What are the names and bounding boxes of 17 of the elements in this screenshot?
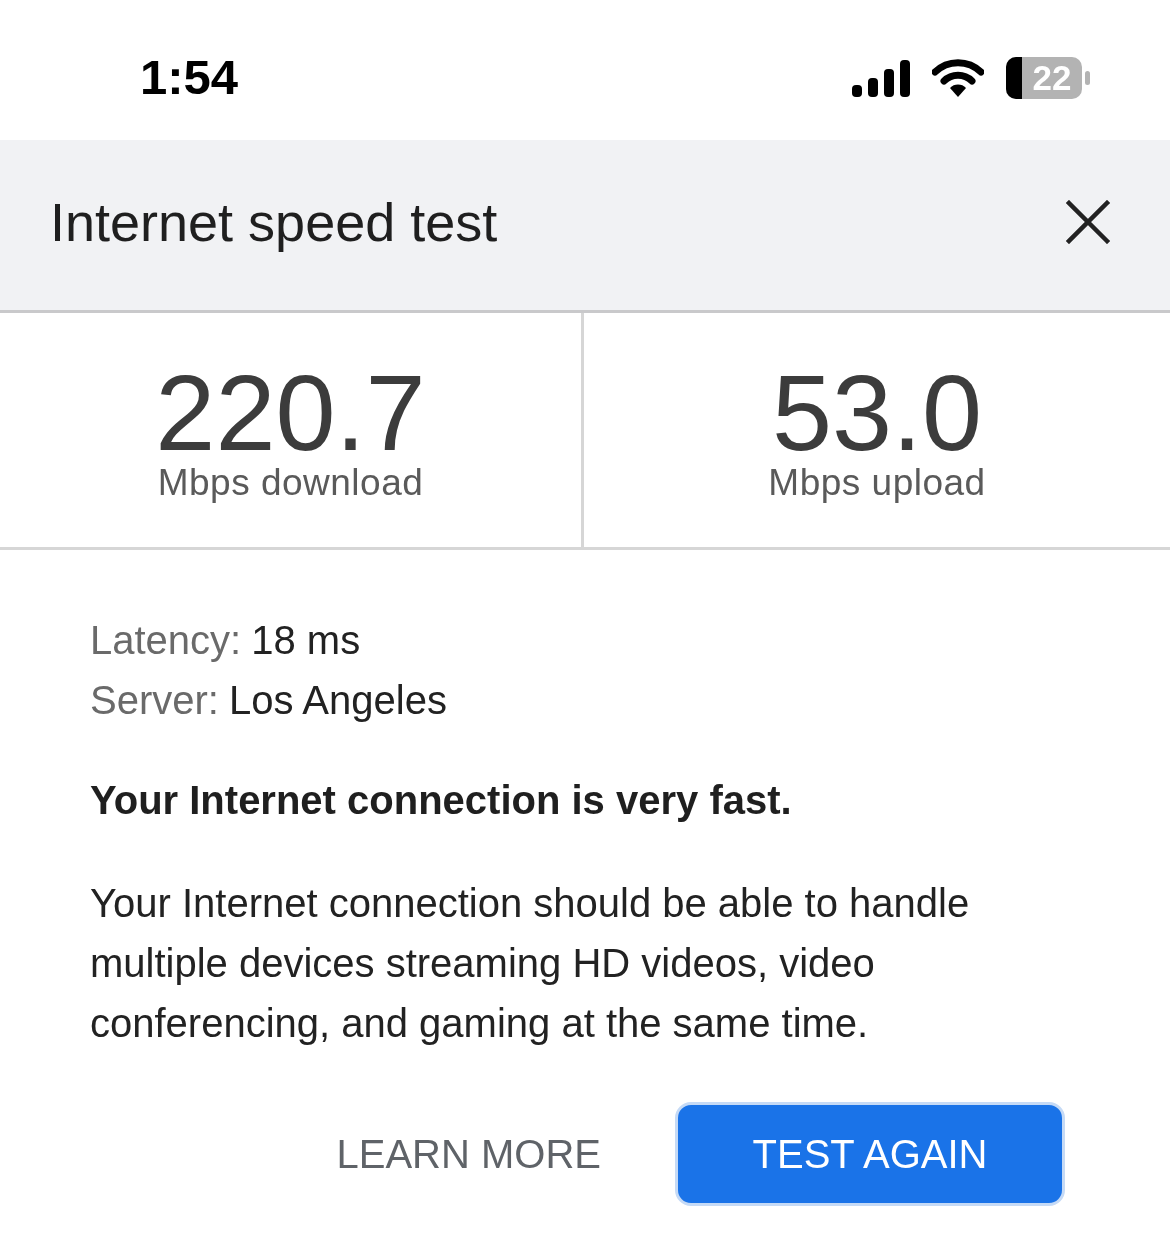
wifi-icon [932, 59, 984, 97]
speed-verdict: Your Internet connection is very fast. [90, 777, 793, 824]
speed-unit: Mbps upload [768, 463, 986, 503]
detail-value: Los Angeles [228, 677, 447, 723]
status-time: 1:54 [140, 49, 239, 105]
detail-label: Latency: [90, 617, 242, 663]
text-button[interactable]: LEARN MORE [326, 1111, 611, 1197]
detail-label: Server: [90, 677, 219, 723]
signal-bars-icon [852, 59, 910, 97]
description-text: Your Internet connection should be able to handle multiple devices streaming HD videos, video conferencing, and gaming at the same time. [90, 880, 971, 1047]
close-icon[interactable] [1066, 200, 1110, 244]
speed-unit: Mbps download [157, 463, 424, 503]
dialog-title: Internet speed test [50, 191, 498, 253]
speed-value: 220.7 [155, 363, 426, 463]
primary-button[interactable]: TEST AGAIN [675, 1102, 1065, 1206]
detail-value: 18 ms [251, 617, 361, 663]
speed-value: 53.0 [771, 363, 983, 463]
